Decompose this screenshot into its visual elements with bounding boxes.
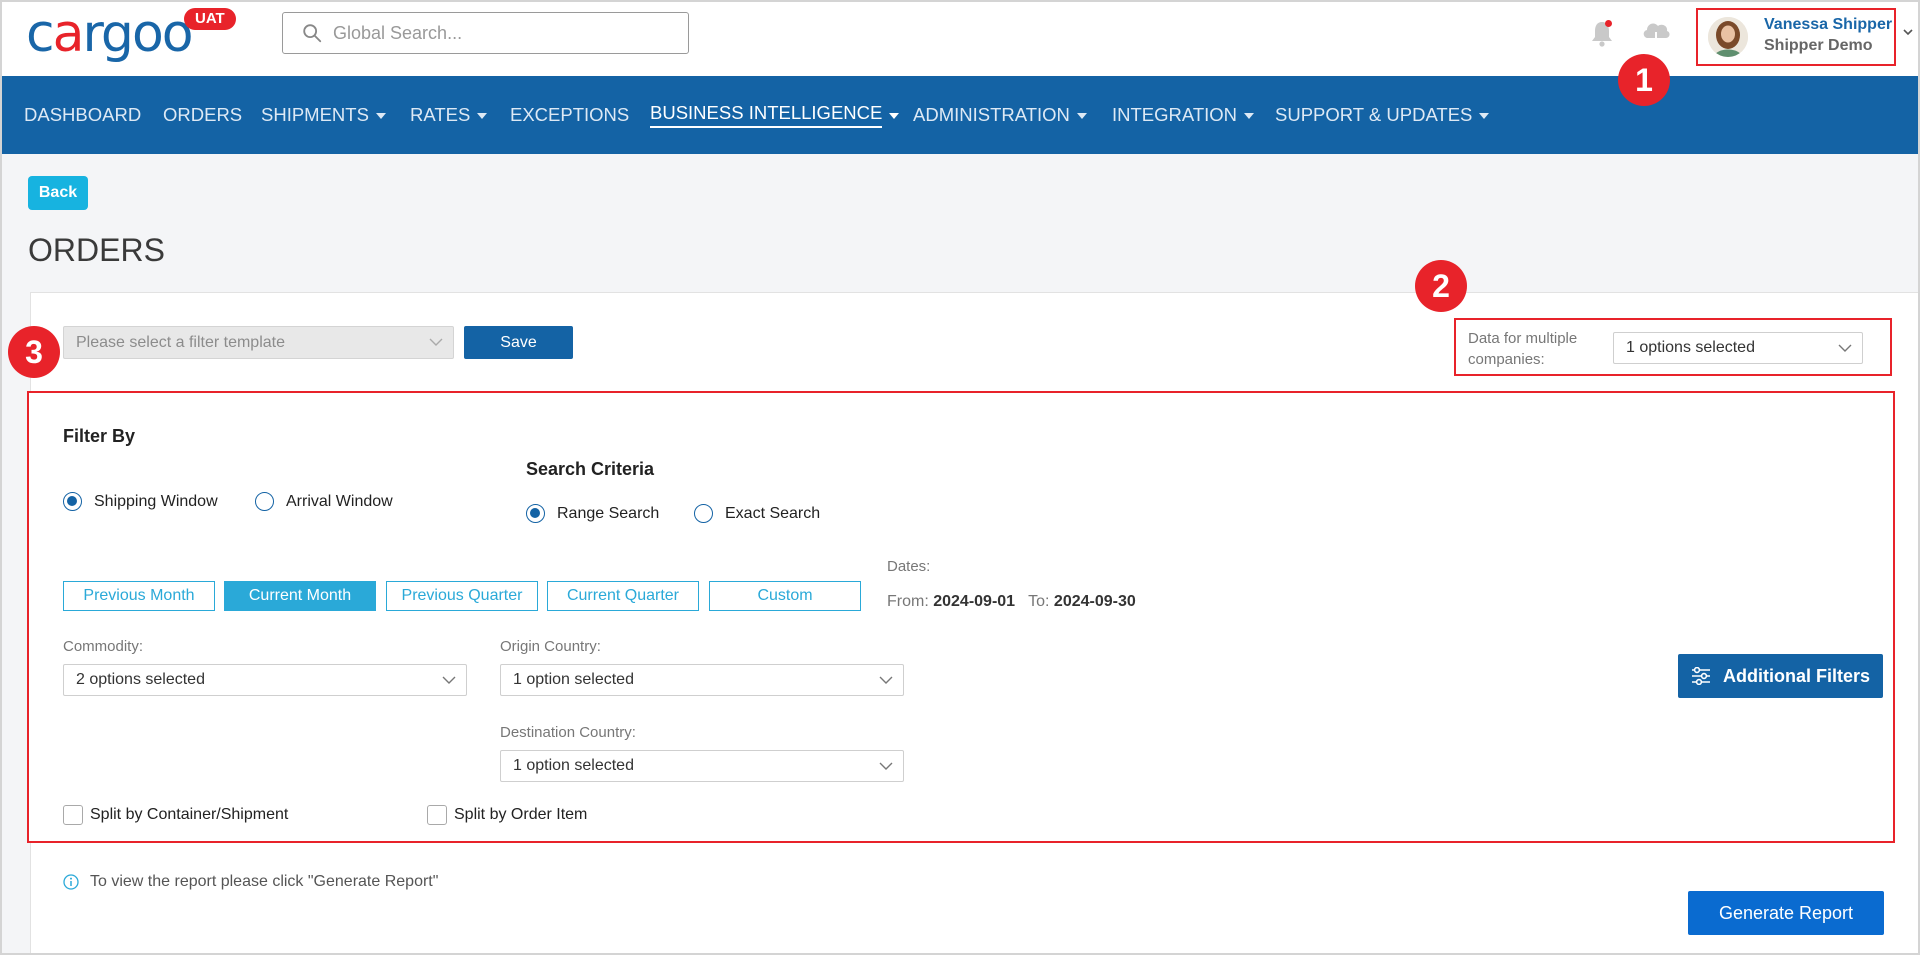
- nav-integration[interactable]: INTEGRATION: [1112, 76, 1255, 154]
- user-company: Shipper Demo: [1764, 37, 1873, 54]
- radio-label: Shipping Window: [94, 492, 218, 510]
- nav-dashboard[interactable]: DASHBOARD: [24, 76, 141, 154]
- radio-exact-search[interactable]: Exact Search: [694, 504, 820, 523]
- radio-shipping-window[interactable]: Shipping Window: [63, 492, 218, 511]
- sliders-icon: [1691, 667, 1710, 685]
- caret-down-icon: [889, 113, 900, 119]
- nav-business-intelligence[interactable]: BUSINESS INTELLIGENCE: [650, 76, 900, 154]
- generate-report-button[interactable]: Generate Report: [1688, 891, 1884, 935]
- filter-section: [27, 391, 1895, 843]
- filter-template-select[interactable]: Please select a filter template: [63, 326, 454, 359]
- checkbox-label: Split by Container/Shipment: [90, 806, 289, 823]
- app-window: cargoo UAT Global Search... Vanessa Ship…: [0, 0, 1920, 955]
- annotation-badge-2: 2: [1415, 260, 1467, 312]
- user-menu[interactable]: Vanessa Shipper Shipper Demo: [1696, 8, 1896, 66]
- radio-dot: [526, 504, 545, 523]
- destination-country-select[interactable]: 1 option selected: [500, 750, 904, 782]
- chevron-down-icon: [879, 676, 893, 684]
- from-date: 2024-09-01: [933, 593, 1016, 610]
- chevron-down-icon: [429, 338, 443, 346]
- destination-country-label: Destination Country:: [500, 724, 636, 741]
- previous-quarter-button[interactable]: Previous Quarter: [386, 581, 538, 611]
- chevron-down-icon: [442, 676, 456, 684]
- commodity-select[interactable]: 2 options selected: [63, 664, 467, 696]
- search-icon: [303, 24, 322, 43]
- chevron-down-icon: [1838, 344, 1852, 352]
- filter-by-heading: Filter By: [63, 426, 136, 446]
- origin-country-label: Origin Country:: [500, 638, 601, 655]
- nav-exceptions[interactable]: EXCEPTIONS: [510, 76, 629, 154]
- nav-shipments[interactable]: SHIPMENTS: [261, 76, 386, 154]
- origin-country-select[interactable]: 1 option selected: [500, 664, 904, 696]
- additional-filters-button[interactable]: Additional Filters: [1678, 654, 1883, 698]
- caret-down-icon: [1479, 113, 1490, 119]
- info-text: To view the report please click "Generat…: [90, 873, 439, 890]
- global-search-input[interactable]: Global Search...: [282, 12, 689, 54]
- report-info: To view the report please click "Generat…: [63, 873, 438, 891]
- notification-bell-icon[interactable]: [1588, 18, 1616, 48]
- multi-company-box: Data for multiple companies: 1 options s…: [1454, 318, 1892, 376]
- caret-down-icon: [477, 113, 488, 119]
- custom-period-button[interactable]: Custom: [709, 581, 861, 611]
- caret-down-icon: [375, 113, 386, 119]
- search-placeholder: Global Search...: [333, 22, 463, 43]
- previous-month-button[interactable]: Previous Month: [63, 581, 215, 611]
- checkbox-box: [427, 805, 447, 825]
- radio-arrival-window[interactable]: Arrival Window: [255, 492, 393, 511]
- nav-orders[interactable]: ORDERS: [163, 76, 242, 154]
- radio-label: Exact Search: [725, 504, 821, 522]
- radio-dot: [63, 492, 82, 511]
- multi-company-value: 1 options selected: [1626, 339, 1755, 356]
- multi-company-select[interactable]: 1 options selected: [1613, 332, 1863, 364]
- annotation-badge-3: 3: [8, 326, 60, 378]
- current-month-button[interactable]: Current Month: [224, 581, 376, 611]
- split-order-item-checkbox[interactable]: Split by Order Item: [427, 805, 587, 825]
- additional-filters-label: Additional Filters: [1722, 665, 1870, 686]
- dates-range: From: 2024-09-01 To: 2024-09-30: [887, 593, 1136, 611]
- radio-label: Arrival Window: [286, 492, 393, 510]
- info-icon: [63, 874, 79, 890]
- back-button[interactable]: Back: [28, 176, 88, 210]
- env-badge: UAT: [184, 8, 236, 30]
- chevron-down-icon[interactable]: [1902, 27, 1914, 37]
- caret-down-icon: [1244, 113, 1255, 119]
- from-label: From:: [887, 593, 929, 610]
- cloud-sync-icon[interactable]: [1640, 18, 1672, 46]
- radio-dot: [694, 504, 713, 523]
- user-name: Vanessa Shipper: [1764, 16, 1893, 33]
- user-avatar: [1708, 17, 1748, 57]
- nav-support-updates[interactable]: SUPPORT & UPDATES: [1275, 76, 1490, 154]
- checkbox-box: [63, 805, 83, 825]
- multi-company-label: Data for multiple companies:: [1468, 330, 1578, 368]
- commodity-label: Commodity:: [63, 638, 144, 655]
- radio-range-search[interactable]: Range Search: [526, 504, 659, 523]
- chevron-down-icon: [879, 762, 893, 770]
- split-container-checkbox[interactable]: Split by Container/Shipment: [63, 805, 288, 825]
- destination-country-value: 1 option selected: [513, 757, 634, 774]
- search-criteria-heading: Search Criteria: [526, 459, 655, 479]
- to-label: To:: [1028, 593, 1050, 610]
- origin-country-value: 1 option selected: [513, 671, 634, 688]
- nav-rates[interactable]: RATES: [410, 76, 488, 154]
- to-date: 2024-09-30: [1053, 593, 1136, 610]
- checkbox-label: Split by Order Item: [454, 806, 588, 823]
- dates-label: Dates:: [887, 558, 931, 575]
- annotation-badge-1: 1: [1618, 54, 1670, 106]
- commodity-value: 2 options selected: [76, 671, 205, 688]
- cargoo-logo[interactable]: cargoo: [26, 8, 194, 60]
- current-quarter-button[interactable]: Current Quarter: [547, 581, 699, 611]
- radio-label: Range Search: [557, 504, 660, 522]
- caret-down-icon: [1076, 113, 1087, 119]
- filter-template-placeholder: Please select a filter template: [76, 333, 285, 351]
- save-template-button[interactable]: Save: [464, 326, 573, 359]
- radio-dot: [255, 492, 274, 511]
- page-title: ORDERS: [28, 232, 165, 268]
- nav-administration[interactable]: ADMINISTRATION: [913, 76, 1087, 154]
